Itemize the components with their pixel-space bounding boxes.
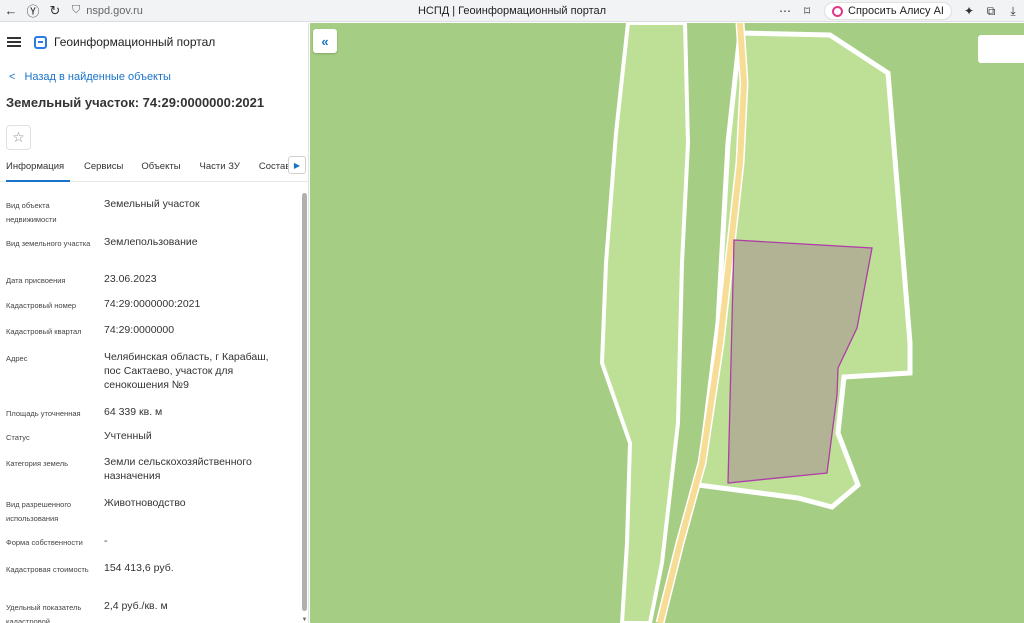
portal-header: Геоинформационный портал bbox=[0, 23, 308, 61]
address-bar[interactable]: ⛉ nspd.gov.ru bbox=[72, 4, 143, 17]
shield-icon: ⛉ bbox=[72, 4, 81, 16]
tab-services[interactable]: Сервисы bbox=[84, 158, 123, 182]
more-icon[interactable]: ⋯ bbox=[774, 4, 796, 18]
property-value: 23.06.2023 bbox=[104, 273, 157, 285]
property-label: Вид разрешенного использования bbox=[6, 500, 72, 523]
back-link-label: Назад в найденные объекты bbox=[24, 71, 171, 83]
alice-button[interactable]: Спросить Алису AI bbox=[824, 2, 952, 20]
download-icon[interactable]: ⤓ bbox=[1002, 4, 1024, 19]
property-value: Животноводство bbox=[104, 497, 186, 509]
yandex-icon[interactable]: Ⓨ bbox=[22, 0, 44, 22]
property-label: Площадь уточненная bbox=[6, 409, 81, 418]
translate-icon[interactable]: ⧉ bbox=[980, 4, 1002, 19]
property-value: 2,4 руб./кв. м bbox=[104, 600, 168, 612]
property-label: Кадастровый номер bbox=[6, 301, 77, 310]
property-label: Форма собственности bbox=[6, 538, 83, 547]
page-title: Земельный участок: 74:29:0000000:2021 bbox=[6, 95, 265, 110]
map-field-left bbox=[599, 23, 691, 623]
info-tabs: Информация Сервисы Объекты Части ЗУ Сост… bbox=[0, 156, 308, 182]
back-to-results-link[interactable]: < Назад в найденные объекты bbox=[0, 67, 308, 87]
property-value: Землепользование bbox=[104, 236, 198, 248]
map-canvas[interactable] bbox=[310, 23, 1024, 623]
property-value: Учтенный bbox=[104, 430, 152, 442]
url-text: nspd.gov.ru bbox=[86, 4, 143, 17]
tabs-scroll-right-icon[interactable]: ▶ bbox=[288, 156, 306, 174]
map-view[interactable]: « bbox=[310, 23, 1024, 623]
tab-parts[interactable]: Части ЗУ bbox=[200, 158, 240, 182]
chevron-left-icon: < bbox=[9, 71, 16, 83]
property-value: 64 339 кв. м bbox=[104, 406, 163, 418]
property-label: Статус bbox=[6, 433, 30, 442]
property-label: Кадастровая стоимость bbox=[6, 565, 89, 574]
panel-scrollbar[interactable]: ▼ bbox=[301, 193, 308, 623]
browser-actions: ⋯ ⌑ Спросить Алису AI ✦ ⧉ ⤓ bbox=[774, 0, 1024, 22]
property-label: Дата присвоения bbox=[6, 276, 66, 285]
portal-logo-icon bbox=[34, 35, 47, 49]
map-control-panel[interactable] bbox=[978, 35, 1024, 63]
reload-icon[interactable]: ↻ bbox=[44, 0, 66, 22]
property-label: Категория земель bbox=[6, 459, 69, 468]
scroll-thumb[interactable] bbox=[302, 193, 307, 611]
favorite-star-icon[interactable]: ☆ bbox=[6, 125, 31, 150]
property-label: Вид земельного участка bbox=[6, 239, 91, 248]
property-label: Кадастровый квартал bbox=[6, 327, 82, 336]
tab-info[interactable]: Информация bbox=[6, 158, 70, 182]
property-label: Вид объекта недвижимости bbox=[6, 201, 57, 224]
info-panel: Геоинформационный портал < Назад в найде… bbox=[0, 23, 309, 623]
portal-name: Геоинформационный портал bbox=[54, 35, 216, 49]
property-value: 74:29:0000000:2021 bbox=[104, 298, 201, 310]
property-value: 74:29:0000000 bbox=[104, 324, 175, 336]
bookmark-icon[interactable]: ⌑ bbox=[796, 4, 818, 18]
scroll-down-arrow-icon[interactable]: ▼ bbox=[301, 617, 308, 623]
property-value: 154 413,6 руб. bbox=[104, 562, 174, 574]
property-label: Адрес bbox=[6, 354, 28, 363]
property-label: Удельный показатель кадастровой bbox=[6, 603, 82, 623]
tab-composition[interactable]: Состав bbox=[259, 158, 290, 182]
alice-icon bbox=[832, 5, 844, 17]
alice-label: Спросить Алису AI bbox=[848, 5, 944, 17]
back-arrow-icon[interactable]: ← bbox=[0, 0, 22, 22]
collapse-panel-icon[interactable]: « bbox=[313, 29, 337, 53]
menu-icon[interactable] bbox=[7, 37, 21, 47]
tab-objects[interactable]: Объекты bbox=[141, 158, 180, 182]
extensions-icon[interactable]: ✦ bbox=[958, 4, 980, 18]
property-value: Земельный участок bbox=[104, 198, 200, 210]
property-value: - bbox=[104, 535, 108, 547]
property-value: Челябинская область, г Карабаш, пос Сакт… bbox=[104, 351, 269, 391]
property-value: Земли сельскохозяйственного назначения bbox=[104, 456, 252, 482]
